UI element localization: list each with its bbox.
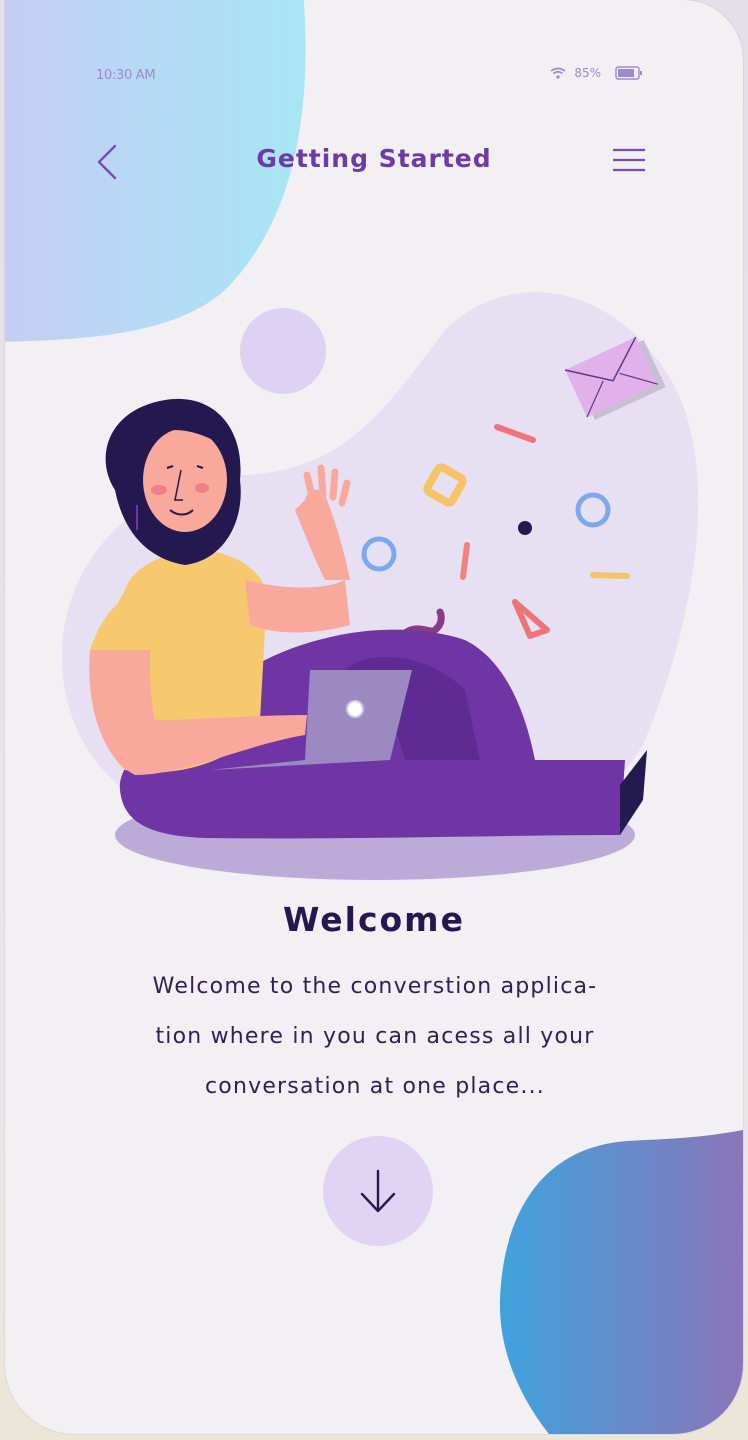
- hamburger-menu-icon: [613, 148, 645, 172]
- welcome-description-line: tion where in you can acess all your: [155, 1024, 595, 1049]
- welcome-description-line: Welcome to the converstion applica-: [152, 974, 598, 999]
- top-nav: Getting Started: [5, 140, 743, 184]
- status-bar: 10:30 AM 85%: [5, 66, 743, 86]
- welcome-description: Welcome to the converstion applica- tion…: [105, 962, 645, 1112]
- decorative-blob-bottom: [499, 1129, 743, 1434]
- battery-percent: 85%: [574, 66, 601, 80]
- illustration-bg-circle: [240, 308, 326, 394]
- status-time: 10:30 AM: [96, 68, 156, 83]
- battery-icon: [615, 66, 642, 80]
- welcome-illustration: [61, 292, 699, 880]
- arrow-down-icon: [360, 1169, 396, 1213]
- phone-screen: 10:30 AM 85% Getting Started Welcome Wel…: [5, 0, 743, 1434]
- welcome-description-line: conversation at one place...: [205, 1074, 545, 1099]
- next-button[interactable]: [323, 1136, 433, 1246]
- wifi-icon: [550, 67, 566, 79]
- menu-button[interactable]: [611, 146, 647, 176]
- welcome-heading: Welcome: [283, 900, 465, 939]
